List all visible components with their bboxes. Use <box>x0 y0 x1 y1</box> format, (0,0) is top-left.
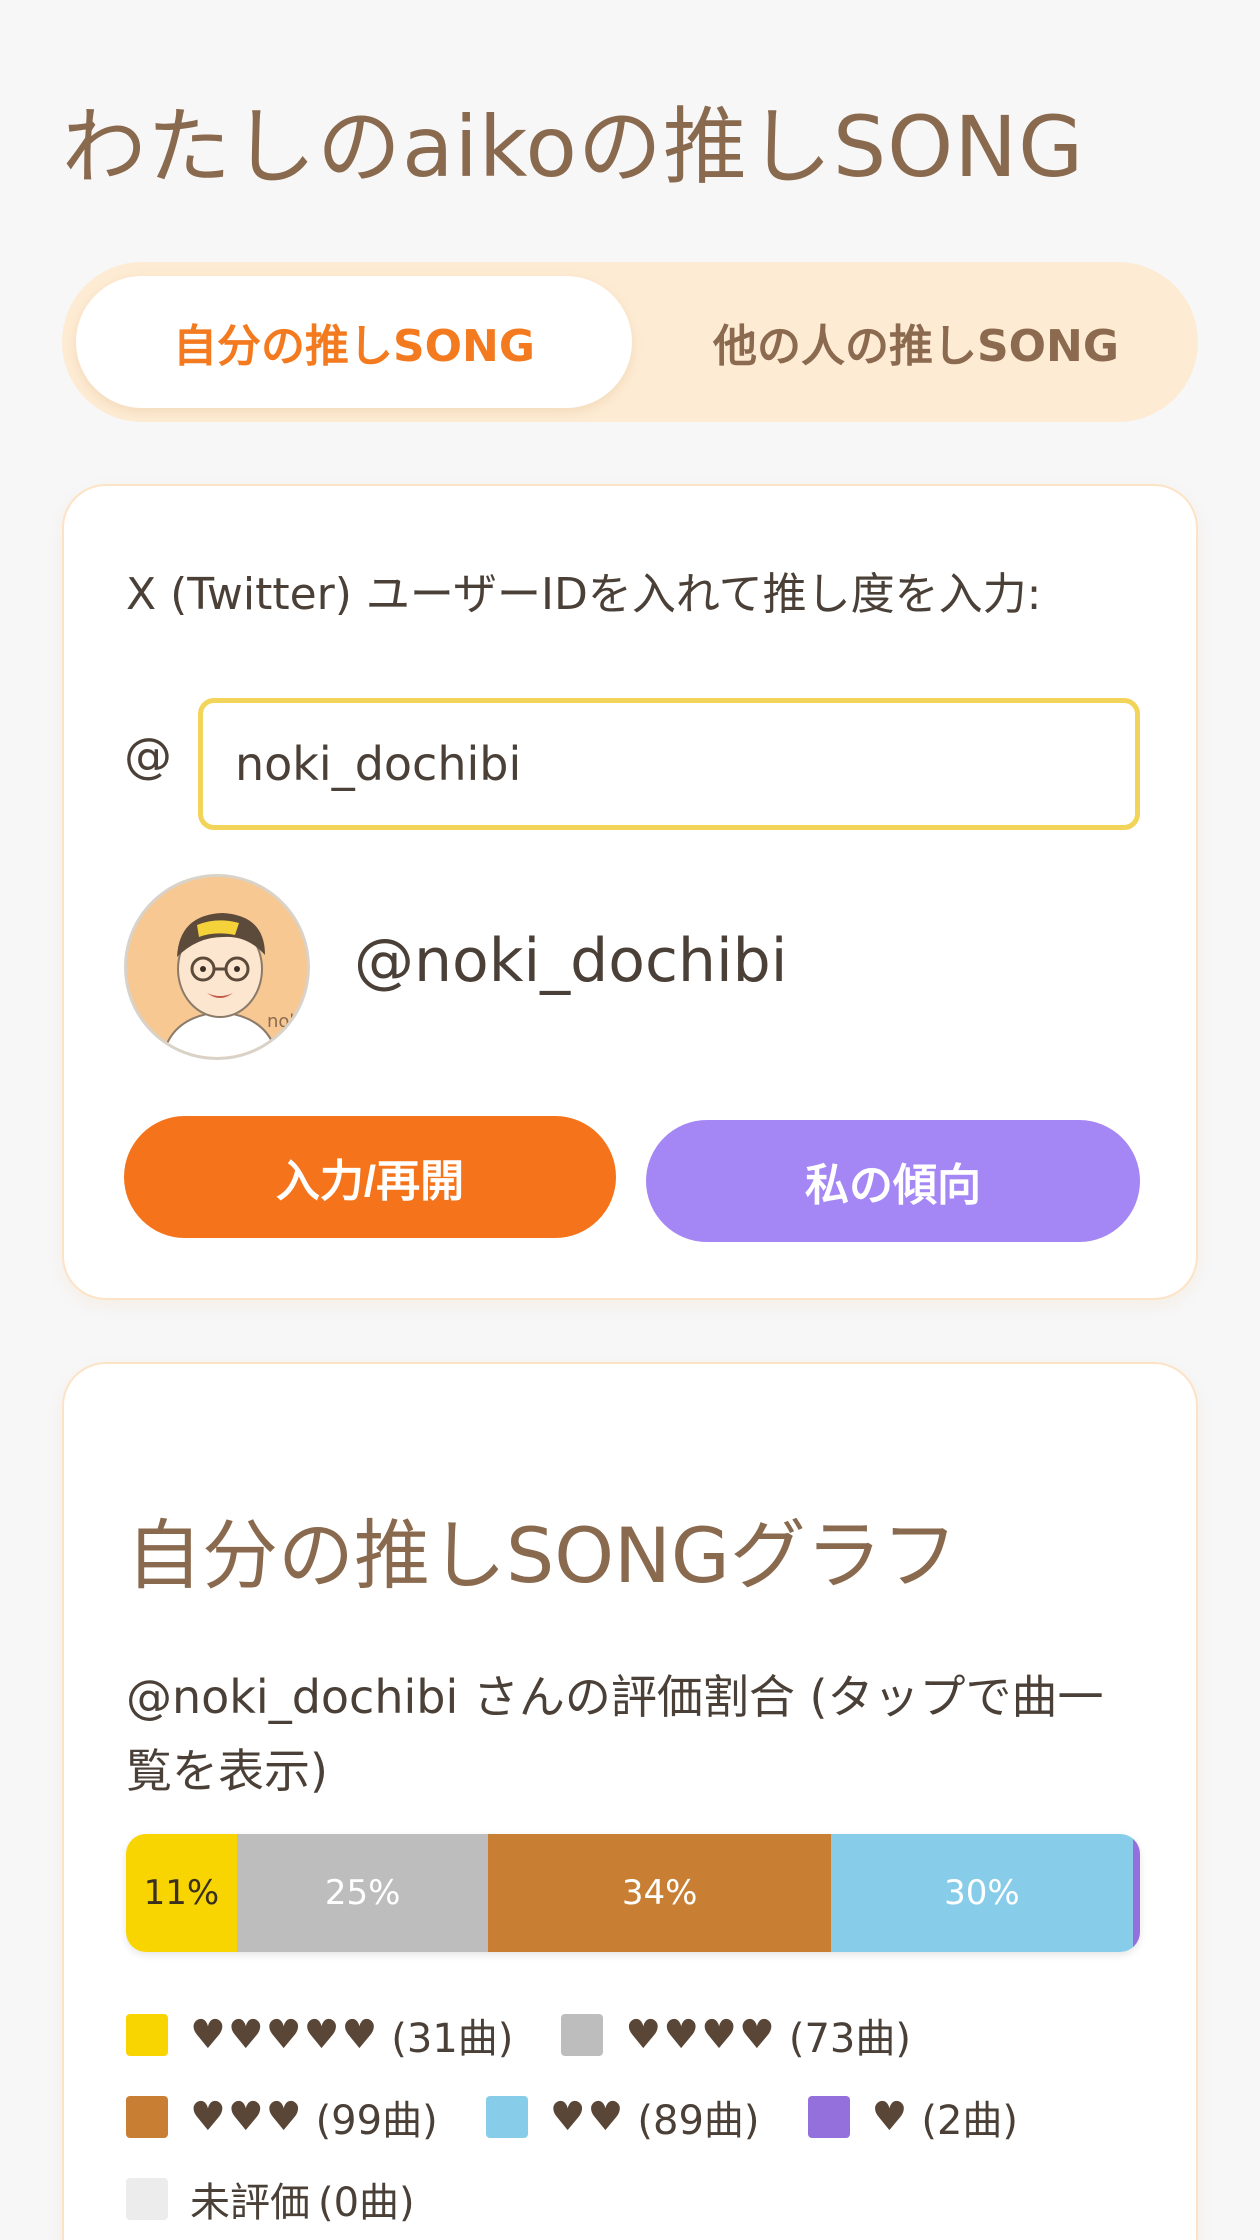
legend-swatch <box>485 2096 528 2138</box>
legend-item-4-hearts[interactable]: ♥♥♥♥ (73曲) <box>561 2006 911 2064</box>
app-title: わたしのaikoの推しSONG <box>62 98 1085 196</box>
legend-item-3-hearts[interactable]: ♥♥♥ (99曲) <box>126 2088 438 2146</box>
legend-count: (73曲) <box>788 2016 911 2062</box>
avatar: noki <box>124 874 310 1060</box>
unrated-label: 未評価 <box>190 2180 310 2226</box>
legend-swatch <box>561 2014 604 2056</box>
svg-text:noki: noki <box>267 1011 305 1032</box>
legend-count: (99曲) <box>315 2098 438 2144</box>
avatar-illustration: noki <box>127 877 307 1057</box>
tab-my-songs[interactable]: 自分の推しSONG <box>76 276 632 408</box>
user-handle: @noki_dochibi <box>354 926 788 996</box>
rating-stacked-bar: 11% 25% 34% 30% <box>126 1834 1140 1952</box>
legend-count: (31曲) <box>391 2016 514 2062</box>
legend-item-1-heart[interactable]: ♥ (2曲) <box>807 2088 1019 2146</box>
hearts-icon: ♥ <box>871 2094 910 2140</box>
hearts-icon: ♥♥ <box>549 2094 626 2140</box>
legend-item-2-hearts[interactable]: ♥♥ (89曲) <box>485 2088 760 2146</box>
legend-count: (2曲) <box>921 2098 1019 2144</box>
legend-swatch <box>126 2178 168 2220</box>
chart-legend: ♥♥♥♥♥ (31曲) ♥♥♥♥ (73曲) ♥♥♥ (99曲) ♥♥ (89曲… <box>126 1994 1146 2240</box>
bar-segment-3-hearts[interactable]: 34% <box>488 1834 831 1952</box>
input-prompt: X (Twitter) ユーザーIDを入れて推し度を入力: <box>126 569 1042 620</box>
legend-swatch <box>126 2096 168 2138</box>
bar-segment-1-heart[interactable] <box>1132 1834 1140 1952</box>
graph-subtitle: @noki_dochibi さんの評価割合 (タップで曲一覧を表示) <box>126 1670 1104 1798</box>
hearts-icon: ♥♥♥ <box>190 2094 304 2140</box>
hearts-icon: ♥♥♥♥♥ <box>190 2012 380 2058</box>
page: わたしのaikoの推しSONG 自分の推しSONG 他の人の推しSONG X (… <box>0 0 1260 2240</box>
tab-bar: 自分の推しSONG 他の人の推しSONG <box>62 262 1198 422</box>
bar-segment-4-hearts[interactable]: 25% <box>236 1834 489 1952</box>
my-trend-button[interactable]: 私の傾向 <box>646 1120 1140 1242</box>
legend-row: ♥♥♥♥♥ (31曲) ♥♥♥♥ (73曲) <box>126 1994 1146 2076</box>
hearts-icon: ♥♥♥♥ <box>625 2012 777 2058</box>
legend-swatch <box>807 2096 850 2138</box>
bar-segment-2-hearts[interactable]: 30% <box>830 1834 1133 1952</box>
legend-item-5-hearts[interactable]: ♥♥♥♥♥ (31曲) <box>126 2006 513 2064</box>
graph-title: 自分の推しSONGグラフ <box>126 1511 958 1600</box>
at-sign-label: @ <box>124 728 172 784</box>
legend-row: ♥♥♥ (99曲) ♥♥ (89曲) ♥ (2曲) <box>126 2076 1146 2158</box>
bar-segment-5-hearts[interactable]: 11% <box>126 1834 237 1952</box>
legend-count: (89曲) <box>637 2098 760 2144</box>
legend-count: (0曲) <box>318 2180 415 2226</box>
legend-swatch <box>126 2014 168 2056</box>
user-id-input[interactable] <box>198 698 1140 830</box>
graph-card: 自分の推しSONGグラフ @noki_dochibi さんの評価割合 (タップで… <box>62 1362 1198 2240</box>
tab-others-songs[interactable]: 他の人の推しSONG <box>648 276 1184 408</box>
legend-row: 未評価 (0曲) <box>126 2158 1146 2240</box>
legend-item-unrated[interactable]: 未評価 (0曲) <box>126 2170 415 2228</box>
resume-input-button[interactable]: 入力/再開 <box>124 1116 616 1238</box>
input-card: X (Twitter) ユーザーIDを入れて推し度を入力: @ noki @no… <box>62 484 1198 1300</box>
